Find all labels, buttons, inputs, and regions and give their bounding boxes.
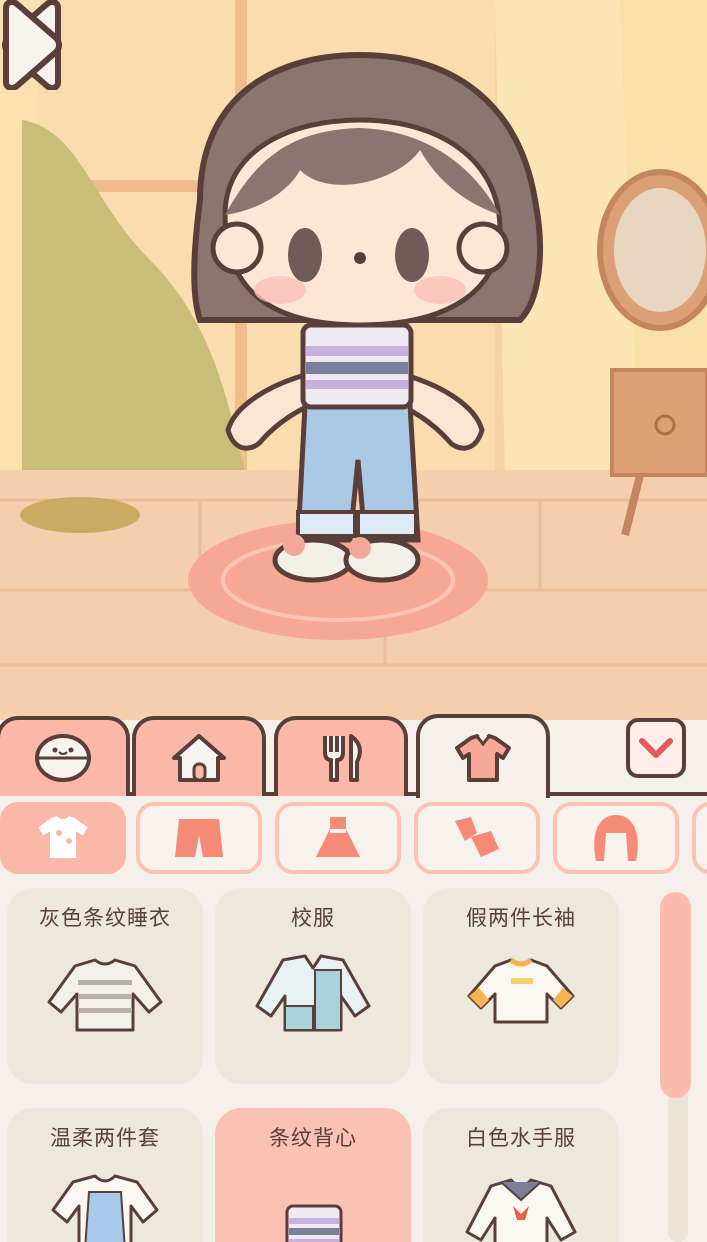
hair-icon [594,815,638,861]
sailor-uniform-icon [465,1178,577,1242]
collapse-panel-button[interactable] [626,718,686,778]
shorts-icon [175,819,223,857]
item-label: 温柔两件套 [50,1126,160,1150]
dress-up-screen: 灰色条纹睡衣 校服 假两件长袖 温柔两件套 条纹背心 白色水手服 [0,0,707,1242]
item-card-long-sleeve[interactable]: 假两件长袖 [423,888,619,1084]
item-card-sailor-uniform[interactable]: 白色水手服 [423,1108,619,1242]
tshirt-icon [35,813,91,860]
item-label: 条纹背心 [269,1126,357,1150]
subcat-shoes[interactable] [414,802,540,874]
scrollbar-thumb[interactable] [660,892,691,1098]
item-card-striped-vest[interactable]: 条纹背心 [215,1108,411,1242]
item-label: 白色水手服 [466,1126,576,1150]
fork-knife-icon [323,734,362,782]
item-card-school-uniform[interactable]: 校服 [215,888,411,1084]
house-icon [172,734,226,782]
room-scene [0,0,707,720]
subcat-tops[interactable] [0,802,126,874]
subcat-more[interactable] [692,802,707,874]
room-background [0,0,707,720]
main-tab-bar [0,712,707,798]
subcat-bottoms[interactable] [136,802,262,874]
striped-pajama-icon [47,958,163,1032]
triangle-right-icon [3,0,62,90]
tab-food[interactable] [274,716,408,796]
item-grid: 灰色条纹睡衣 校服 假两件长袖 温柔两件套 条纹背心 白色水手服 [0,884,650,1242]
striped-vest-icon [285,1204,343,1242]
subcat-dresses[interactable] [275,802,401,874]
chevron-down-icon [639,738,673,758]
dress-icon [316,817,360,857]
shirt-icon [455,734,511,782]
item-label: 假两件长袖 [466,906,576,930]
tab-home[interactable] [132,716,266,796]
face-icon [35,734,91,782]
item-label: 校服 [291,906,335,930]
sub-category-bar [0,800,707,878]
shoes-icon [455,817,499,857]
subcat-hair[interactable] [553,802,679,874]
item-card-striped-pajama[interactable]: 灰色条纹睡衣 [7,888,203,1084]
two-piece-icon [51,1174,159,1242]
item-card-two-piece[interactable]: 温柔两件套 [7,1108,203,1242]
next-outfit-button[interactable] [0,0,64,90]
school-uniform-icon [255,954,371,1032]
tab-face[interactable] [0,716,130,796]
tab-clothes[interactable] [416,714,550,798]
long-sleeve-icon [467,957,575,1024]
item-label: 灰色条纹睡衣 [39,906,171,930]
